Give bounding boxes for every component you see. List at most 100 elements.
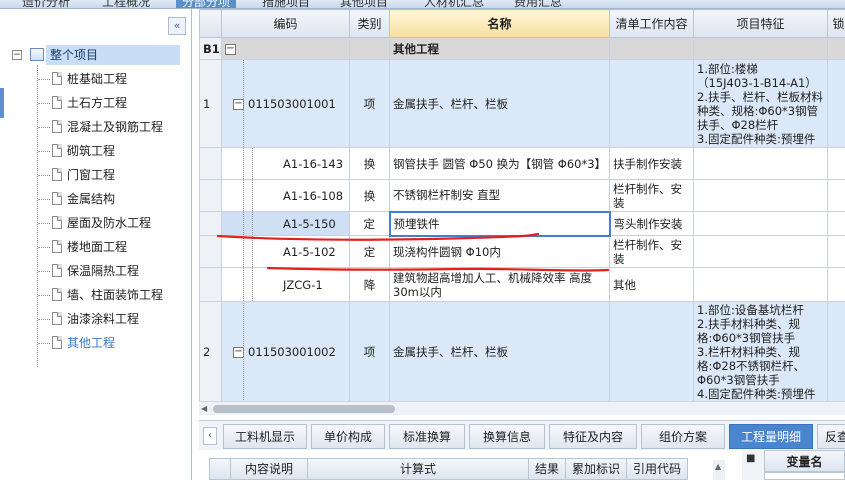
tab-standard-conversion[interactable]: 标准换算	[389, 424, 465, 449]
table-row-item[interactable]: 1 −011503001001 项 金属扶手、栏杆、栏板 1.部位:楼梯 （15…	[199, 59, 845, 148]
table-row-quota[interactable]: JZCG-1 降 建筑物超高增加人工、机械降效率 高度30m以内 其他	[199, 267, 845, 302]
row-index	[199, 267, 222, 302]
row-lock	[827, 267, 845, 302]
col-header-work[interactable]: 清单工作内容	[609, 9, 694, 38]
collapse-icon[interactable]: −	[225, 43, 236, 55]
row-index	[199, 147, 222, 180]
tree-root-label[interactable]: 整个项目	[46, 45, 180, 65]
col-header-feature[interactable]: 项目特征	[693, 9, 828, 38]
tree-item[interactable]: 土石方工程	[0, 91, 192, 115]
row-work: 扶手制作安装	[609, 147, 694, 180]
variable-name-cell[interactable]	[764, 472, 845, 480]
tab-quantity-details[interactable]: 工程量明细	[729, 424, 813, 449]
top-tab-overview[interactable]: 工程概况	[102, 0, 150, 8]
row-feature	[693, 211, 828, 236]
row-name[interactable]: 金属扶手、栏杆、栏板	[389, 301, 610, 401]
row-code[interactable]: JZCG-1	[221, 267, 350, 302]
row-name[interactable]: 现浇构件圆钢 Φ10内	[389, 235, 610, 268]
row-work	[609, 59, 694, 148]
top-tab-material-summary[interactable]: 人材机汇总	[424, 0, 484, 8]
col-header-code[interactable]: 编码	[221, 9, 350, 38]
tree-item[interactable]: 屋面及防水工程	[0, 211, 192, 235]
col-header-name[interactable]: 名称	[389, 9, 610, 38]
tab-pricing-plan[interactable]: 组价方案	[641, 424, 725, 449]
tree-item[interactable]: 混凝土及钢筋工程	[0, 115, 192, 139]
top-tab-fee-summary[interactable]: 费用汇总	[514, 0, 562, 8]
scroll-left-icon[interactable]: ◀	[201, 404, 211, 414]
document-icon	[52, 216, 62, 229]
row-work: 弯头制作安装	[609, 211, 694, 236]
table-row-section[interactable]: B1 − 其他工程	[199, 37, 845, 60]
document-icon	[52, 168, 62, 181]
tree-item[interactable]: 金属结构	[0, 187, 192, 211]
collapse-panel-button[interactable]: «	[168, 17, 186, 35]
row-index	[199, 211, 222, 236]
tab-material-display[interactable]: 工料机显示	[223, 424, 307, 449]
detail-header-description[interactable]: 内容说明	[230, 458, 308, 480]
row-type: 定	[349, 235, 390, 268]
detail-header-ref-code[interactable]: 引用代码	[626, 458, 688, 480]
row-feature[interactable]: 1.部位:设备基坑栏杆 2.扶手材料种类、规格:Φ60*3钢管扶手 3.栏杆材料…	[693, 301, 828, 401]
horizontal-scrollbar[interactable]: ◀	[199, 401, 845, 415]
collapse-icon[interactable]: −	[12, 50, 22, 60]
row-code[interactable]: A1-5-150	[221, 211, 350, 236]
table-row-quota[interactable]: A1-16-143 换 钢管扶手 圆管 Φ50 换为【钢管 Φ60*3】 扶手制…	[199, 147, 845, 180]
row-name[interactable]: 不锈钢栏杆制安 直型	[389, 179, 610, 212]
scroll-up-icon[interactable]: ▲	[715, 462, 721, 471]
row-lock	[827, 59, 845, 148]
top-tab-items[interactable]: 分部分项	[176, 0, 237, 8]
row-index: 1	[199, 59, 222, 148]
row-name[interactable]: 钢管扶手 圆管 Φ50 换为【钢管 Φ60*3】	[389, 147, 610, 180]
row-code[interactable]: −011503001001	[221, 59, 350, 148]
tree-item-selected[interactable]: 其他工程	[0, 331, 192, 355]
tree-item[interactable]: 油漆涂料工程	[0, 307, 192, 331]
tree-item[interactable]: 门窗工程	[0, 163, 192, 187]
table-row-item[interactable]: 2 −011503001002 项 金属扶手、栏杆、栏板 1.部位:设备基坑栏杆…	[199, 301, 845, 401]
top-tab-other-items[interactable]: 其他项目	[340, 0, 388, 8]
detail-header-accumulate[interactable]: 累加标识	[565, 458, 627, 480]
row-name-editing[interactable]: 预埋铁件	[388, 210, 611, 237]
tree-item[interactable]: 砌筑工程	[0, 139, 192, 163]
items-grid: 编码 类别 名称 清单工作内容 项目特征 锁 B1 − 其他工程 1 − 011…	[199, 9, 845, 401]
row-code[interactable]: −	[221, 37, 350, 60]
row-feature	[693, 179, 828, 212]
detail-vertical-scrollbar[interactable]: ▲	[713, 460, 725, 480]
tree-item[interactable]: 桩基础工程	[0, 67, 192, 91]
tab-features[interactable]: 特征及内容	[549, 424, 637, 449]
row-lock	[827, 301, 845, 401]
scrollbar-thumb[interactable]	[213, 405, 395, 413]
row-name[interactable]: 其他工程	[389, 37, 610, 60]
row-feature[interactable]: 1.部位:楼梯 （15J403-1-B14-A1） 2.扶手、栏杆、栏板材料种类…	[693, 59, 828, 148]
tree-item[interactable]: 保温隔热工程	[0, 259, 192, 283]
row-code[interactable]: −011503001002	[221, 301, 350, 401]
top-tab-measures[interactable]: 措施项目	[262, 0, 310, 8]
row-code[interactable]: A1-5-102	[221, 235, 350, 268]
tab-scroll-left-icon[interactable]: ‹	[203, 427, 217, 445]
tab-conversion-info[interactable]: 换算信息	[469, 424, 545, 449]
table-row-quota[interactable]: A1-5-102 定 现浇构件圆钢 Φ10内 栏杆制作、安装	[199, 235, 845, 268]
detail-header-formula[interactable]: 计算式	[307, 458, 529, 480]
project-tree: − 整个项目 桩基础工程 土石方工程 混凝土及钢筋工程 砌筑工程 门窗工程 金属…	[0, 43, 192, 367]
col-header-type[interactable]: 类别	[349, 9, 390, 38]
row-name[interactable]: 金属扶手、栏杆、栏板	[389, 59, 610, 148]
tree-item[interactable]: 墙、柱面装饰工程	[0, 283, 192, 307]
top-tab-cost-analysis[interactable]: 造价分析	[22, 0, 70, 8]
document-icon	[52, 264, 62, 277]
row-name[interactable]: 建筑物超高增加人工、机械降效率 高度30m以内	[389, 267, 610, 302]
detail-header-result[interactable]: 结果	[528, 458, 566, 480]
document-icon	[52, 144, 62, 157]
tree-root[interactable]: − 整个项目	[0, 43, 192, 67]
tree-item[interactable]: 楼地面工程	[0, 235, 192, 259]
table-row-quota[interactable]: A1-16-108 换 不锈钢栏杆制安 直型 栏杆制作、安装	[199, 179, 845, 212]
tab-unit-price[interactable]: 单价构成	[311, 424, 385, 449]
row-code[interactable]: A1-16-108	[221, 179, 350, 212]
table-row-quota-selected[interactable]: A1-5-150 定 预埋铁件 弯头制作安装	[199, 210, 845, 237]
variable-name-header[interactable]: 变量名	[764, 450, 845, 472]
row-lock	[827, 211, 845, 236]
col-header-lock[interactable]: 锁	[827, 9, 845, 38]
tab-reverse-lookup[interactable]: 反查	[817, 424, 845, 449]
col-header-index	[199, 9, 222, 38]
row-code[interactable]: A1-16-143	[221, 147, 350, 180]
row-type: 定	[349, 211, 390, 236]
row-index: 2	[199, 301, 222, 401]
